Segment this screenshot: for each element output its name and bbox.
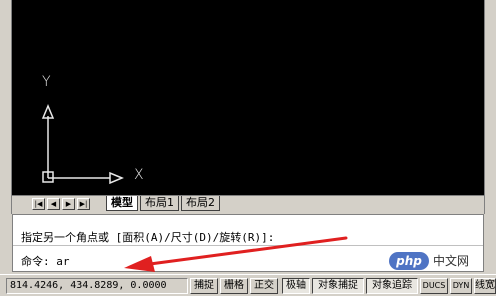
ortho-button[interactable]: 正交	[250, 278, 278, 294]
x-axis-label: X	[134, 167, 144, 183]
watermark-text: 中文网	[433, 254, 470, 268]
command-input[interactable]: 命令: ar	[21, 253, 70, 269]
last-tab-button[interactable]: ▶|	[77, 198, 90, 210]
right-window-frame	[484, 0, 496, 214]
dyn-button[interactable]: DYN	[450, 278, 472, 294]
grid-button[interactable]: 栅格	[220, 278, 248, 294]
otrack-button[interactable]: 对象追踪	[366, 278, 418, 294]
status-bar: 814.4246, 434.8289, 0.0000 捕捉 栅格 正交 极轴 对…	[0, 274, 496, 296]
tab-model[interactable]: 模型	[106, 196, 138, 211]
watermark: php 中文网	[389, 250, 485, 272]
prev-tab-button[interactable]: ◀	[47, 198, 60, 210]
ucs-icon: Y X	[22, 60, 152, 200]
next-tab-button[interactable]: ▶	[62, 198, 75, 210]
left-window-frame	[0, 0, 12, 214]
osnap-button[interactable]: 对象捕捉	[312, 278, 364, 294]
layout-tab-strip: |◀ ◀ ▶ ▶| 模型 布局1 布局2	[12, 195, 484, 212]
tab-layout2[interactable]: 布局2	[181, 196, 220, 211]
tab-layout1[interactable]: 布局1	[140, 196, 179, 211]
polar-button[interactable]: 极轴	[282, 278, 310, 294]
ducs-button[interactable]: DUCS	[420, 278, 448, 294]
command-separator	[13, 245, 483, 246]
command-history-line: 指定另一个角点或 [面积(A)/尺寸(D)/旋转(R)]:	[21, 231, 275, 244]
y-axis-label: Y	[42, 74, 51, 90]
lineweight-button[interactable]: 线宽	[474, 278, 496, 294]
snap-button[interactable]: 捕捉	[190, 278, 218, 294]
watermark-logo: php	[389, 252, 429, 270]
coordinate-readout: 814.4246, 434.8289, 0.0000	[6, 278, 188, 294]
first-tab-button[interactable]: |◀	[32, 198, 45, 210]
